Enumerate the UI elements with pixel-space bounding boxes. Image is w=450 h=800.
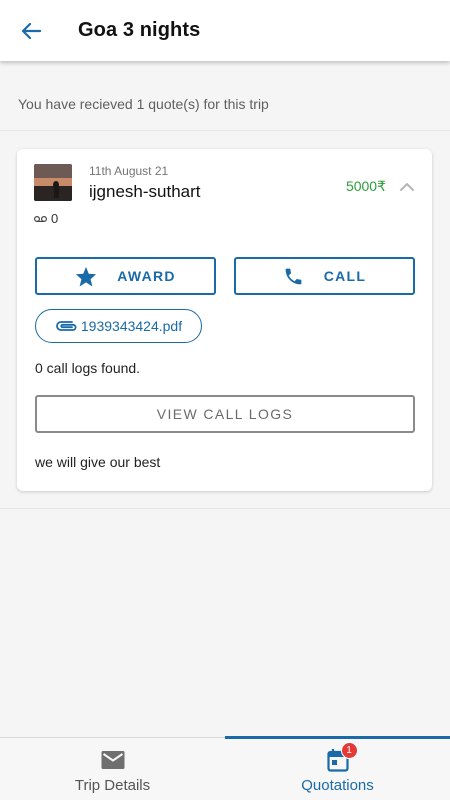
arrow-left-icon (21, 22, 41, 39)
quotes-summary: You have recieved 1 quote(s) for this tr… (18, 96, 269, 112)
quote-remark: we will give our best (35, 454, 161, 470)
divider (0, 508, 450, 509)
award-button[interactable]: AWARD (35, 257, 216, 295)
nav-trip-details-label: Trip Details (74, 777, 151, 794)
divider (0, 130, 450, 131)
notification-badge: 1 (340, 742, 358, 759)
nav-quotations-label: Quotations (301, 777, 374, 794)
app-bar: Goa 3 nights (0, 0, 450, 61)
bottom-navigation: Trip Details 1 Quotations (0, 736, 450, 800)
quote-card[interactable]: 11th August 21 ijgnesh-suthart 5000₹ 0 A… (17, 149, 432, 491)
voicemail-row: 0 (34, 211, 58, 226)
attachment-filename: 1939343424.pdf (80, 318, 183, 334)
attachment-chip[interactable]: 1939343424.pdf (35, 309, 202, 343)
page-title: Goa 3 nights (78, 19, 201, 41)
call-label: CALL (323, 268, 367, 284)
voicemail-icon (34, 215, 47, 222)
chevron-up-icon[interactable] (399, 180, 415, 192)
nav-trip-details[interactable]: Trip Details (0, 738, 225, 800)
phone-icon (285, 268, 302, 284)
voicemail-count: 0 (51, 211, 59, 226)
mail-icon (101, 751, 124, 769)
quote-price: 5000₹ (345, 178, 386, 194)
nav-quotations[interactable]: 1 Quotations (225, 736, 450, 800)
star-icon (76, 266, 97, 287)
avatar (34, 164, 72, 201)
agent-name: ijgnesh-suthart (89, 182, 201, 201)
view-call-logs-button[interactable]: VIEW CALL LOGS (35, 395, 415, 433)
paperclip-icon (56, 321, 77, 331)
quote-date: 11th August 21 (89, 164, 169, 178)
call-logs-status: 0 call logs found. (35, 360, 141, 376)
back-button[interactable] (0, 0, 62, 61)
call-button[interactable]: CALL (234, 257, 415, 295)
award-label: AWARD (117, 268, 176, 284)
